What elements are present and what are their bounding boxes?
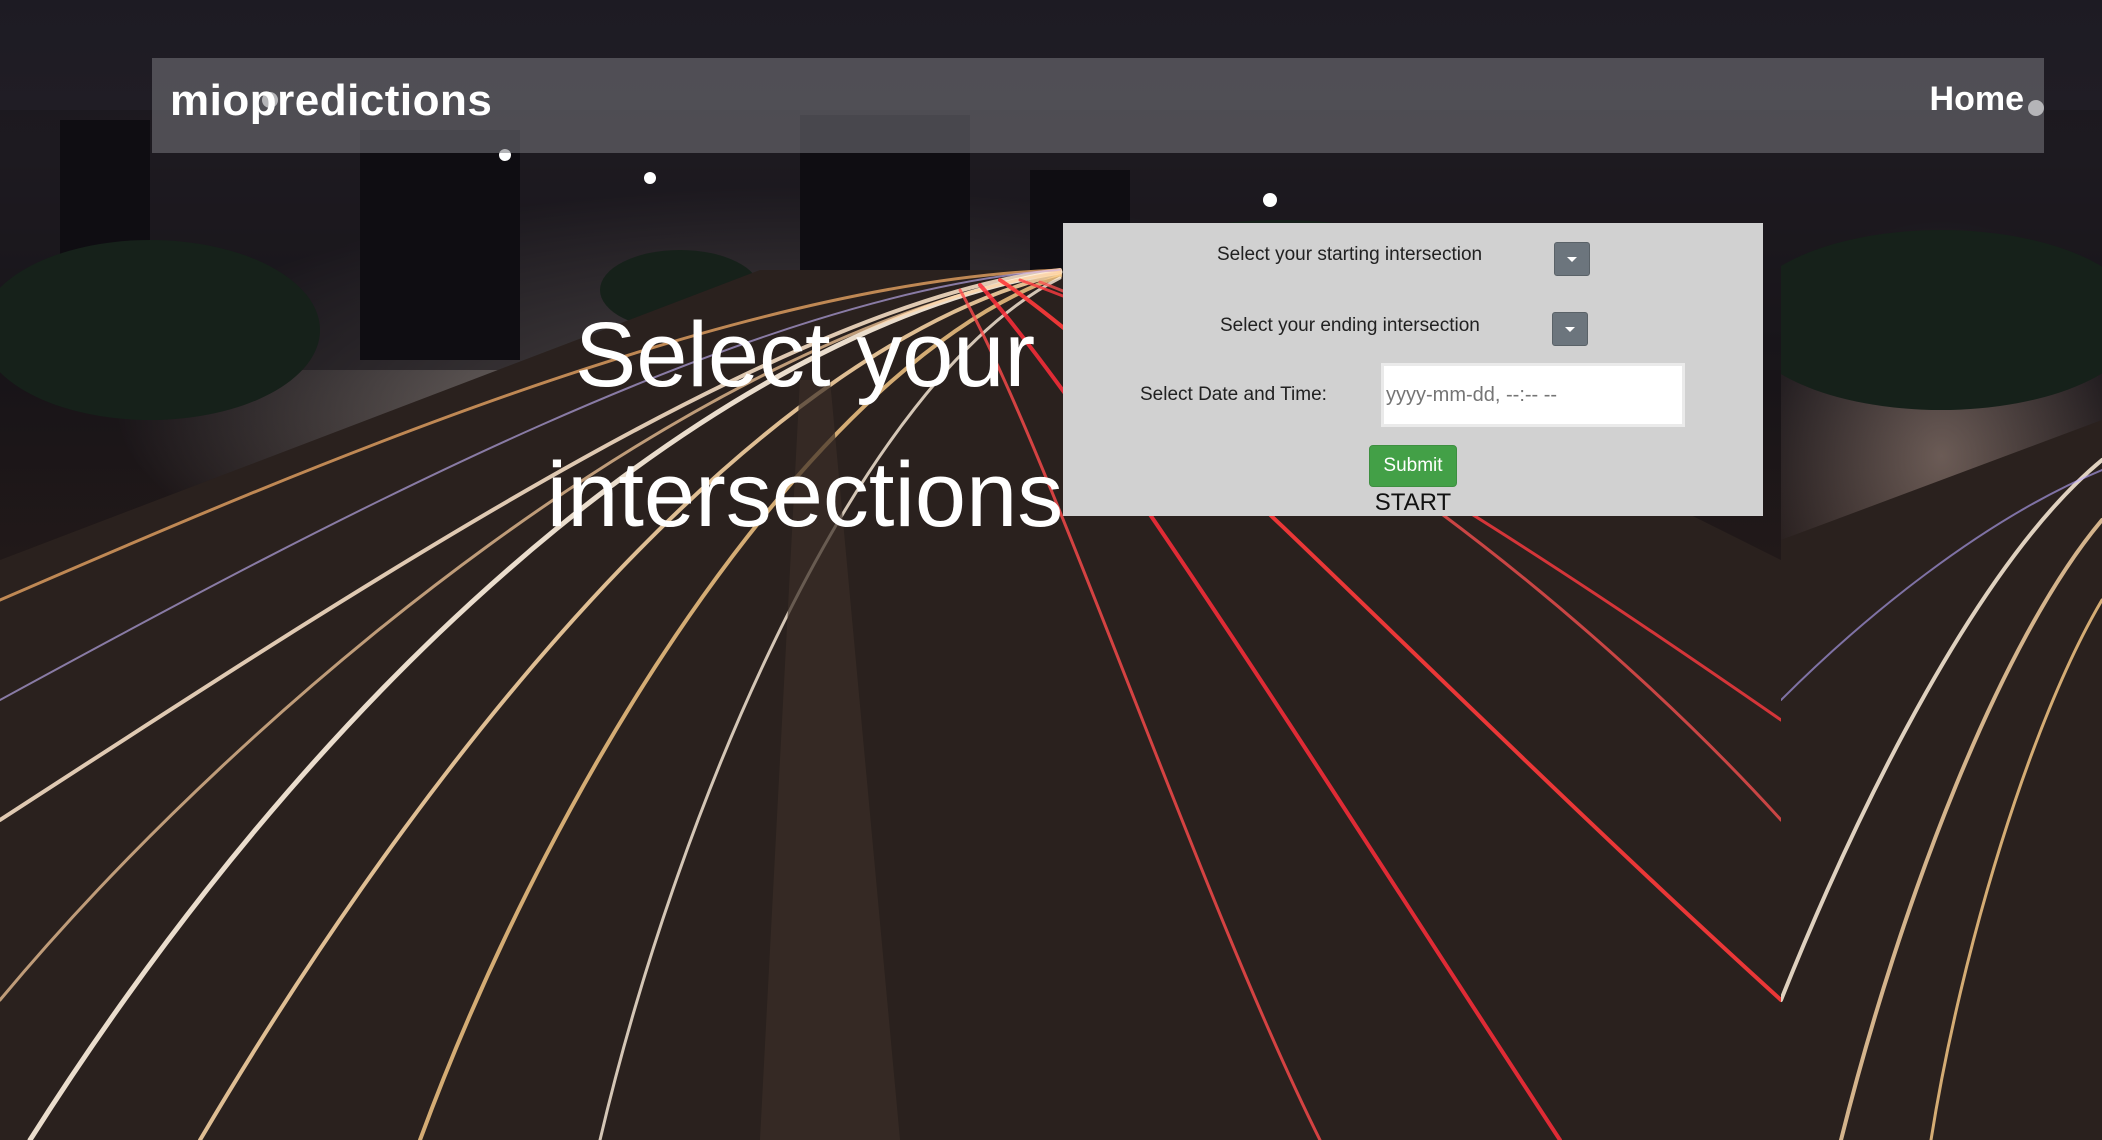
intersection-form: Select your starting intersection Select… <box>1063 223 1763 516</box>
start-intersection-dropdown[interactable] <box>1554 242 1590 276</box>
datetime-label: Select Date and Time: <box>1140 384 1327 405</box>
brand-link[interactable]: miopredictions <box>170 76 492 126</box>
hero-heading-line2: intersections <box>546 444 1064 546</box>
background-image <box>0 0 1781 1140</box>
nav-home-link[interactable]: Home <box>1930 80 2024 119</box>
navbar: miopredictions Home <box>152 58 2044 153</box>
submit-button[interactable]: Submit <box>1369 445 1457 487</box>
hero-heading: Select your intersections <box>540 285 1070 565</box>
end-intersection-label: Select your ending intersection <box>1220 315 1480 336</box>
chevron-down-icon <box>1567 256 1577 262</box>
chevron-down-icon <box>1565 326 1575 332</box>
hero-heading-line1: Select your <box>574 304 1036 406</box>
background-image-tile <box>1781 0 2102 1140</box>
start-text: START <box>1374 489 1452 516</box>
start-intersection-label: Select your starting intersection <box>1217 244 1483 265</box>
end-intersection-dropdown[interactable] <box>1552 312 1588 346</box>
datetime-input[interactable] <box>1381 363 1685 427</box>
